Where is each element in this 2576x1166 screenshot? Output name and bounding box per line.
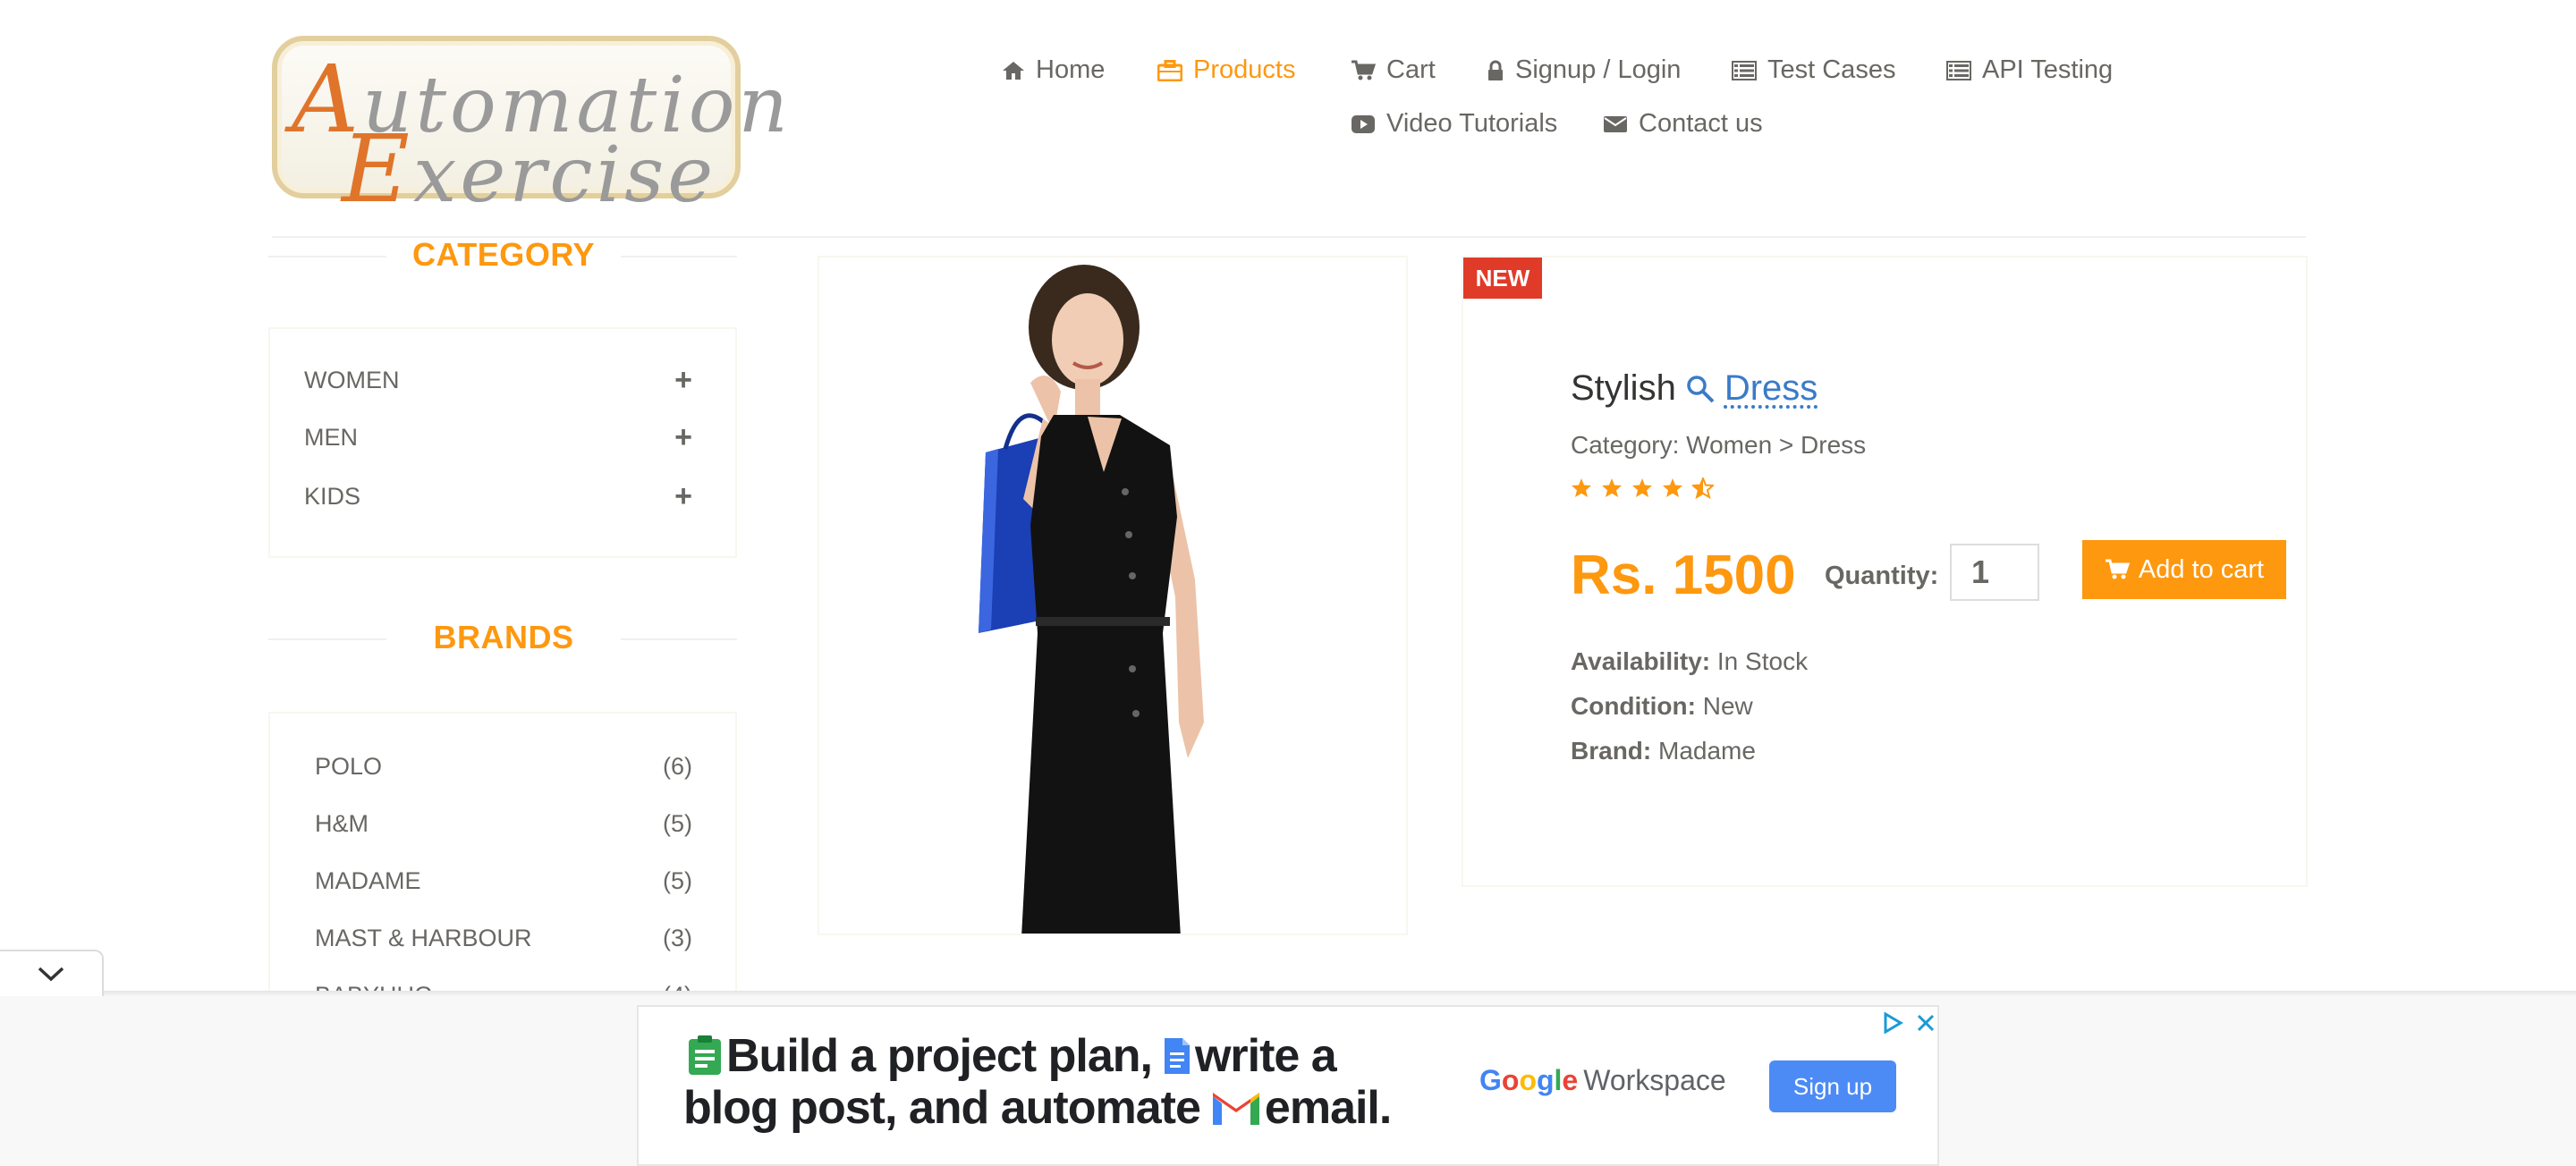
product-name: Stylish Dress bbox=[1571, 368, 1818, 409]
brand-item-polo[interactable]: POLO (6) bbox=[315, 753, 692, 781]
star-icon bbox=[1572, 478, 1591, 497]
nav-signup-login-label: Signup / Login bbox=[1515, 55, 1682, 84]
ad-choices bbox=[1882, 1012, 1936, 1034]
category-label: KIDS bbox=[304, 482, 361, 510]
category-label: MEN bbox=[304, 423, 358, 451]
nav-contact-us-label: Contact us bbox=[1639, 109, 1763, 138]
ad-line1-b: write a bbox=[1194, 1030, 1337, 1082]
youtube-play-icon bbox=[1352, 114, 1375, 133]
adchoices-icon[interactable] bbox=[1882, 1012, 1903, 1034]
nav-video-tutorials-label: Video Tutorials bbox=[1386, 109, 1558, 138]
nav-contact-us[interactable]: Contact us bbox=[1603, 109, 1763, 139]
availability: Availability: In Stock bbox=[1571, 647, 1809, 675]
category-rule-left bbox=[268, 256, 386, 258]
google-workspace-logo: Google Workspace bbox=[1479, 1064, 1726, 1096]
brand-label: MAST & HARBOUR bbox=[315, 925, 532, 951]
briefcase-icon bbox=[1157, 59, 1182, 81]
site-logo[interactable]: Automation Exercise bbox=[272, 36, 788, 224]
category-item-men[interactable]: MEN + bbox=[304, 422, 692, 452]
add-to-cart-label: Add to cart bbox=[2138, 554, 2265, 584]
brands-panel: POLO (6) H&M (5) MADAME (5) MAST & HARBO… bbox=[268, 712, 737, 998]
star-icon bbox=[1663, 478, 1682, 497]
brands-rule-right bbox=[621, 638, 737, 640]
nav-home-label: Home bbox=[1036, 55, 1106, 84]
list-icon bbox=[1732, 60, 1757, 80]
magnifier-icon bbox=[1687, 375, 1715, 402]
nav-signup-login[interactable]: Signup / Login bbox=[1487, 55, 1681, 85]
plus-icon: + bbox=[674, 420, 692, 454]
nav-cart[interactable]: Cart bbox=[1351, 55, 1436, 85]
brand-label: MADAME bbox=[315, 867, 421, 894]
new-badge: NEW bbox=[1463, 258, 1542, 299]
category-item-kids[interactable]: KIDS + bbox=[304, 481, 692, 511]
ad-line2-b: email. bbox=[1264, 1082, 1392, 1134]
google-workspace-ad[interactable]: Build a project plan, write a blog post,… bbox=[637, 1005, 1939, 1166]
google-docs-icon bbox=[1164, 1038, 1190, 1074]
add-to-cart-button[interactable]: Add to cart bbox=[2082, 540, 2286, 599]
brand-count: (5) bbox=[663, 810, 692, 837]
quantity-label: Quantity: bbox=[1825, 562, 1939, 590]
close-icon[interactable] bbox=[1916, 1013, 1936, 1033]
brand-count: (6) bbox=[663, 753, 692, 780]
ad-line2-a: blog post, and automate bbox=[683, 1082, 1201, 1134]
brand: Brand: Madame bbox=[1571, 737, 1756, 765]
lock-icon bbox=[1488, 60, 1503, 80]
nav-api-testing[interactable]: API Testing bbox=[1946, 55, 2113, 85]
nav-cart-label: Cart bbox=[1386, 55, 1436, 84]
star-icon bbox=[1632, 478, 1652, 497]
plus-icon: + bbox=[674, 363, 692, 397]
brand-count: (3) bbox=[663, 925, 692, 951]
star-half-icon bbox=[1692, 477, 1714, 499]
product-name-prefix: Stylish bbox=[1571, 368, 1676, 408]
brand-label: H&M bbox=[315, 810, 369, 837]
cart-icon bbox=[1352, 60, 1376, 80]
logo-line-2: Exercise bbox=[342, 114, 717, 224]
chevron-down-icon bbox=[38, 967, 64, 982]
brand-label: POLO bbox=[315, 753, 383, 780]
star-icon bbox=[1602, 478, 1622, 497]
quantity-input[interactable] bbox=[1950, 544, 2039, 601]
brands-rule-left bbox=[268, 638, 386, 640]
product-price: Rs. 1500 bbox=[1571, 545, 1796, 606]
home-icon bbox=[1003, 61, 1024, 80]
envelope-icon bbox=[1604, 115, 1627, 132]
brand-item-hm[interactable]: H&M (5) bbox=[315, 810, 692, 838]
ad-collapse-button[interactable] bbox=[0, 950, 104, 996]
category-item-women[interactable]: WOMEN + bbox=[304, 365, 692, 395]
brands-title: BRANDS bbox=[433, 619, 574, 655]
rating-stars bbox=[1571, 477, 1714, 499]
ad-signup-button[interactable]: Sign up bbox=[1769, 1060, 1896, 1112]
category-rule-right bbox=[621, 256, 737, 258]
docs-checklist-icon bbox=[689, 1035, 721, 1075]
plus-icon: + bbox=[674, 479, 692, 513]
category-panel: WOMEN + MEN + KIDS + bbox=[268, 327, 737, 558]
condition: Condition: New bbox=[1571, 692, 1753, 720]
nav-video-tutorials[interactable]: Video Tutorials bbox=[1351, 109, 1557, 139]
product-info: NEW Stylish Dress Category: Women > Dres… bbox=[1462, 256, 2308, 887]
list-icon bbox=[1946, 60, 1971, 80]
nav-home[interactable]: Home bbox=[1002, 55, 1105, 85]
nav-api-testing-label: API Testing bbox=[1982, 55, 2114, 84]
gmail-icon bbox=[1212, 1093, 1259, 1125]
ad-headline: Build a project plan, write a blog post,… bbox=[683, 1030, 1392, 1134]
category-label: WOMEN bbox=[304, 366, 400, 393]
product-category: Category: Women > Dress bbox=[1571, 431, 1867, 459]
product-photo-woman-dress bbox=[979, 265, 1204, 934]
category-title: CATEGORY bbox=[411, 236, 595, 273]
brand-item-madame[interactable]: MADAME (5) bbox=[315, 867, 692, 895]
product-name-link[interactable]: Dress bbox=[1724, 368, 1818, 409]
ad-line1-a: Build a project plan, bbox=[726, 1030, 1153, 1082]
cart-icon bbox=[2105, 559, 2130, 579]
nav-products[interactable]: Products bbox=[1157, 55, 1295, 85]
brand-count: (5) bbox=[663, 867, 692, 894]
nav-products-label: Products bbox=[1193, 55, 1296, 84]
nav-test-cases-label: Test Cases bbox=[1767, 55, 1896, 84]
nav-test-cases[interactable]: Test Cases bbox=[1732, 55, 1895, 85]
brand-item-mast-harbour[interactable]: MAST & HARBOUR (3) bbox=[315, 925, 692, 952]
product-image bbox=[818, 256, 1408, 935]
ad-bar-shadow bbox=[0, 991, 2576, 996]
